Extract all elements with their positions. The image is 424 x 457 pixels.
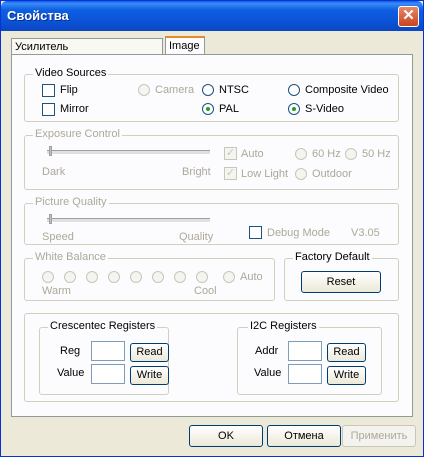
exposure-control-group: Exposure Control Dark Bright ✓ Auto ✓ Lo… <box>24 128 399 190</box>
video-sources-group: Video Sources Flip Mirror Camera NTSC PA… <box>24 67 399 122</box>
video-sources-legend: Video Sources <box>33 67 109 79</box>
close-button[interactable]: ✕ <box>398 6 419 27</box>
60hz-label: 60 Hz <box>312 148 341 160</box>
flip-label: Flip <box>60 84 78 96</box>
addr-label: Addr <box>255 345 279 357</box>
wb-radio-8 <box>196 271 208 283</box>
speed-label: Speed <box>42 231 74 243</box>
write-label: Write <box>333 369 360 381</box>
cancel-button[interactable]: Отмена <box>267 425 341 447</box>
cool-label: Cool <box>194 285 217 297</box>
reset-button-label: Reset <box>326 276 356 288</box>
60hz-radio <box>295 148 307 160</box>
i2c-legend: I2C Registers <box>248 320 319 332</box>
low-light-checkbox: ✓ <box>224 167 237 180</box>
addr-input[interactable] <box>288 341 322 361</box>
read-label: Read <box>333 346 360 358</box>
quality-label: Quality <box>179 231 214 243</box>
wb-radio-6 <box>152 271 164 283</box>
wb-radio-1 <box>42 271 54 283</box>
apply-button: Применить <box>342 425 416 447</box>
close-icon: ✕ <box>402 7 415 24</box>
exposure-slider-track <box>47 150 210 155</box>
svideo-radio[interactable] <box>288 103 300 115</box>
registers-frame: Crescentec Registers Reg Read Value Writ… <box>24 313 399 402</box>
dark-label: Dark <box>42 166 66 178</box>
title-bar[interactable]: Свойства ✕ <box>1 1 423 31</box>
outdoor-radio <box>295 168 307 180</box>
auto-exposure-checkbox: ✓ <box>224 147 237 160</box>
bright-label: Bright <box>182 166 211 178</box>
svideo-label: S-Video <box>305 103 344 115</box>
warm-label: Warm <box>42 285 71 297</box>
tab-label: Image <box>169 40 200 52</box>
composite-video-label: Composite Video <box>305 84 389 96</box>
flip-checkbox[interactable] <box>42 84 55 97</box>
wb-radio-3 <box>86 271 98 283</box>
exposure-slider-thumb <box>49 146 52 156</box>
auto-exposure-label: Auto <box>241 148 264 160</box>
reg-label: Reg <box>60 345 81 357</box>
crescentec-read-button[interactable]: Read <box>130 343 169 362</box>
ok-button[interactable]: OK <box>189 425 263 447</box>
wb-radio-7 <box>174 271 186 283</box>
i2c-value-input[interactable] <box>288 364 322 384</box>
50hz-label: 50 Hz <box>362 148 391 160</box>
camera-label: Camera <box>155 84 195 96</box>
crescentec-write-button[interactable]: Write <box>130 366 169 385</box>
debug-mode-label: Debug Mode <box>267 227 330 239</box>
ntsc-label: NTSC <box>219 84 249 96</box>
pal-label: PAL <box>219 103 239 115</box>
picture-quality-group: Picture Quality Speed Quality Debug Mode… <box>24 196 399 245</box>
reg-input[interactable] <box>91 341 125 361</box>
quality-slider-thumb <box>49 214 52 224</box>
camera-radio <box>138 84 150 96</box>
white-balance-legend: White Balance <box>33 251 108 263</box>
version-label: V3.05 <box>351 227 380 239</box>
crescentec-value-input[interactable] <box>91 364 125 384</box>
image-tab-panel: Video Sources Flip Mirror Camera NTSC PA… <box>11 54 413 417</box>
wb-auto-radio <box>223 271 235 283</box>
ntsc-radio[interactable] <box>202 84 214 96</box>
factory-default-group: Factory Default Reset <box>284 251 399 301</box>
mirror-label: Mirror <box>60 103 89 115</box>
wb-radio-4 <box>108 271 120 283</box>
debug-mode-checkbox[interactable] <box>249 226 262 239</box>
quality-slider-track <box>47 218 210 223</box>
reset-button[interactable]: Reset <box>301 271 381 293</box>
50hz-radio <box>345 148 357 160</box>
crescentec-registers-group: Crescentec Registers Reg Read Value Writ… <box>39 320 169 395</box>
white-balance-group: White Balance Auto Warm Cool <box>24 251 275 301</box>
mirror-checkbox[interactable] <box>42 103 55 116</box>
crescentec-legend: Crescentec Registers <box>48 320 158 332</box>
wb-radio-5 <box>130 271 142 283</box>
tab-image[interactable]: Image <box>165 36 205 56</box>
exposure-control-legend: Exposure Control <box>33 128 122 140</box>
crescentec-value-label: Value <box>57 367 85 379</box>
wb-radio-2 <box>64 271 76 283</box>
read-label: Read <box>136 346 163 358</box>
i2c-write-button[interactable]: Write <box>327 366 366 385</box>
composite-video-radio[interactable] <box>288 84 300 96</box>
cancel-label: Отмена <box>284 430 324 442</box>
picture-quality-legend: Picture Quality <box>33 196 109 208</box>
write-label: Write <box>136 369 163 381</box>
i2c-value-label: Value <box>254 367 282 379</box>
wb-auto-label: Auto <box>240 271 263 283</box>
ok-label: OK <box>218 430 234 442</box>
low-light-label: Low Light <box>241 168 289 180</box>
apply-label: Применить <box>350 430 408 442</box>
i2c-registers-group: I2C Registers Addr Read Value Write <box>237 320 382 395</box>
factory-default-legend: Factory Default <box>293 251 372 263</box>
properties-dialog: Свойства ✕ Усилитель видеопроцессора Ima… <box>0 0 424 457</box>
outdoor-label: Outdoor <box>312 168 352 180</box>
i2c-read-button[interactable]: Read <box>327 343 366 362</box>
window-title: Свойства <box>7 8 69 23</box>
pal-radio[interactable] <box>202 103 214 115</box>
